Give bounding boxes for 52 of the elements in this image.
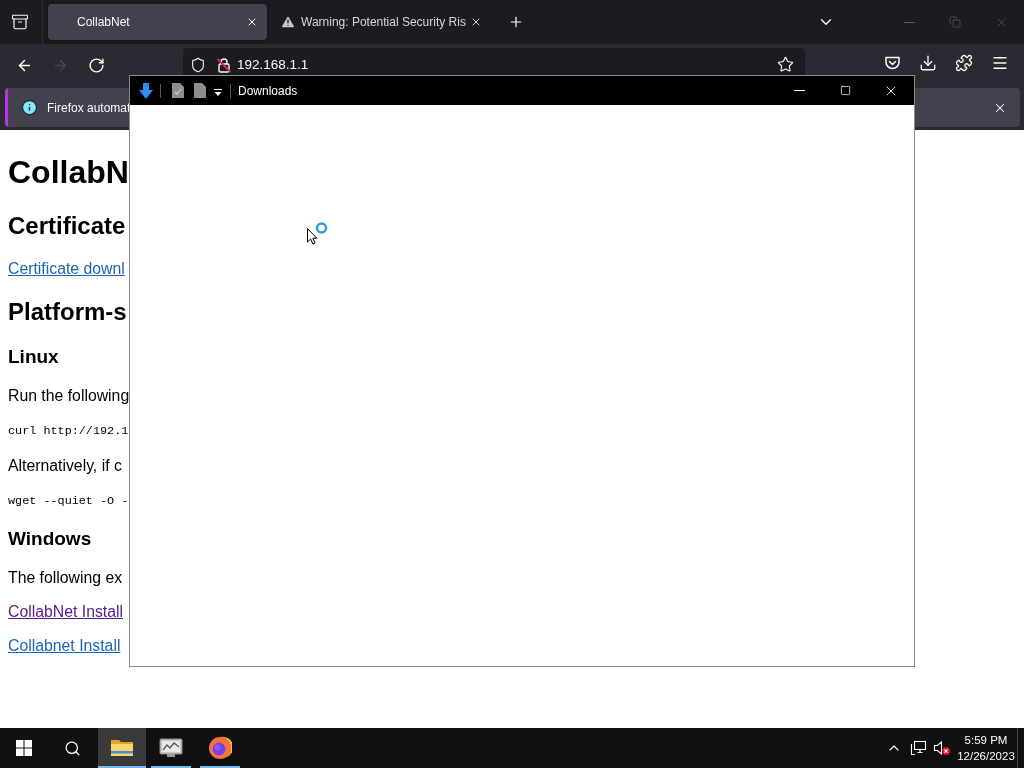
section-heading: Platform-s (8, 298, 127, 326)
notification-text: Firefox automat (47, 99, 131, 117)
paragraph-text: Run the following (8, 387, 130, 405)
code-line: wget --quiet -O - (8, 493, 129, 509)
shield-icon (190, 56, 206, 73)
browser-tab[interactable]: CollabNet (48, 4, 267, 40)
windows-logo-icon (16, 740, 32, 756)
subsection-heading: Linux (8, 346, 59, 368)
document-check-icon (172, 83, 184, 98)
clock-time: 5:59 PM (964, 733, 1008, 748)
maximize-icon (839, 85, 851, 96)
lock-strikethrough-icon (216, 56, 232, 73)
archive-box-icon (11, 13, 29, 31)
browser-tab[interactable]: Warning: Potential Security Ris (272, 4, 491, 40)
minimize-icon (903, 21, 915, 23)
puzzle-icon (955, 54, 973, 72)
globe-logo-icon (208, 736, 232, 760)
close-icon (470, 16, 482, 28)
window-title: Downloads (238, 82, 298, 100)
folder-icon (110, 738, 134, 758)
busy-cursor-icon (306, 221, 328, 245)
document-icon (194, 83, 206, 98)
minimize-icon (793, 90, 805, 91)
section-heading: Certificate (8, 212, 126, 240)
network-monitor-icon (909, 740, 927, 756)
link[interactable]: Collabnet Install (8, 637, 121, 654)
caret-down-icon (214, 88, 222, 96)
bookmark-button[interactable] (775, 54, 795, 75)
download-arrow-icon (139, 82, 153, 99)
clock-date: 12/26/2023 (957, 749, 1015, 764)
link[interactable]: CollabNet Install (8, 603, 124, 620)
paragraph-text: Alternatively, if c (8, 457, 122, 475)
warning-icon (280, 14, 296, 30)
page-heading: CollabN (8, 154, 129, 191)
link[interactable]: Certificate downl (8, 260, 125, 277)
info-icon (21, 99, 38, 116)
restore-icon (949, 16, 961, 28)
code-line: curl http://192.1 (8, 423, 129, 439)
speaker-muted-icon (933, 740, 951, 756)
paragraph-text: The following ex (8, 569, 123, 587)
tray-chevron-icon (883, 55, 901, 71)
taskbar-app-button[interactable] (98, 728, 146, 768)
url-text: 192.168.1.1 (237, 56, 309, 73)
plus-icon (508, 14, 524, 30)
subsection-heading: Windows (8, 528, 92, 550)
search-icon (63, 739, 81, 757)
star-icon (776, 56, 794, 73)
download-icon (919, 54, 937, 72)
menu-icon (991, 54, 1009, 72)
monitor-chart-icon (159, 737, 183, 759)
close-icon (246, 16, 258, 28)
address-bar[interactable]: 192.168.1.1 (183, 48, 805, 75)
